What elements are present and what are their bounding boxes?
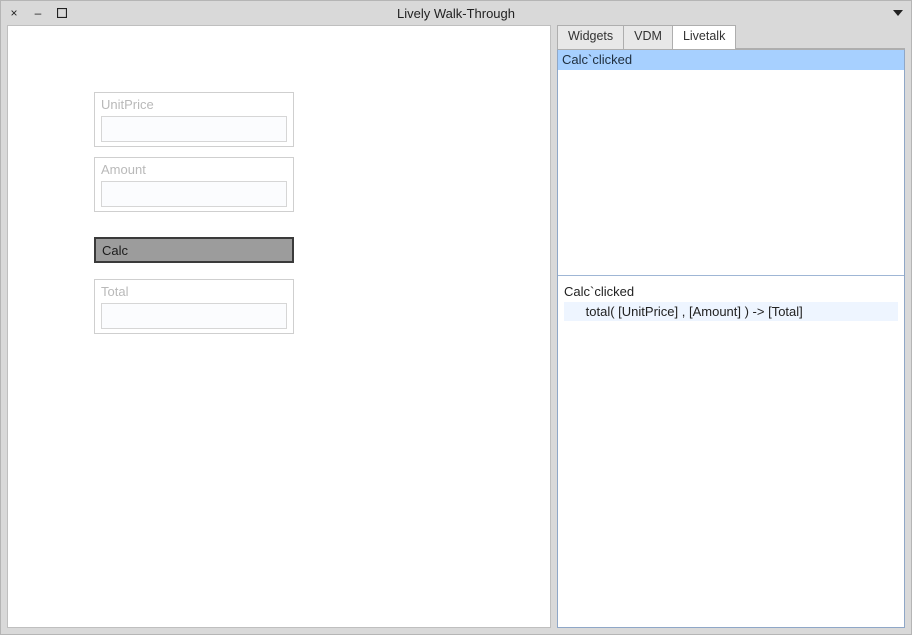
app-window: × – Lively Walk-Through UnitPrice Amount…	[0, 0, 912, 635]
widget-unitprice[interactable]: UnitPrice	[94, 92, 294, 147]
code-editor[interactable]: Calc`clicked total( [UnitPrice] , [Amoun…	[558, 276, 904, 627]
titlebar: × – Lively Walk-Through	[1, 1, 911, 25]
tab-vdm-label: VDM	[634, 29, 662, 43]
code-line-2: total( [UnitPrice] , [Amount] ) -> [Tota…	[564, 302, 898, 322]
tab-widgets-label: Widgets	[568, 29, 613, 43]
client-area: UnitPrice Amount Calc Total Widgets VDM …	[7, 25, 905, 628]
window-title: Lively Walk-Through	[1, 6, 911, 21]
widget-total-label: Total	[101, 284, 287, 299]
window-controls: × –	[7, 6, 69, 20]
widget-amount-label: Amount	[101, 162, 287, 177]
maximize-icon[interactable]	[55, 6, 69, 20]
tab-bar: Widgets VDM Livetalk	[557, 25, 905, 49]
close-icon[interactable]: ×	[7, 6, 21, 20]
designer-canvas[interactable]: UnitPrice Amount Calc Total	[7, 25, 551, 628]
widget-total[interactable]: Total	[94, 279, 294, 334]
tab-vdm[interactable]: VDM	[623, 25, 673, 49]
tab-widgets[interactable]: Widgets	[557, 25, 624, 49]
total-input[interactable]	[101, 303, 287, 329]
unitprice-input[interactable]	[101, 116, 287, 142]
calc-button[interactable]: Calc	[94, 237, 294, 263]
code-line-1: Calc`clicked	[564, 282, 898, 302]
amount-input[interactable]	[101, 181, 287, 207]
side-panel: Widgets VDM Livetalk Calc`clicked Calc`c…	[557, 25, 905, 628]
tab-spacer	[735, 25, 905, 49]
widget-unitprice-label: UnitPrice	[101, 97, 287, 112]
events-list-selected[interactable]: Calc`clicked	[558, 50, 904, 70]
livetalk-panes: Calc`clicked Calc`clicked total( [UnitPr…	[557, 49, 905, 628]
minimize-icon[interactable]: –	[31, 6, 45, 20]
events-list[interactable]: Calc`clicked	[558, 50, 904, 276]
widget-amount[interactable]: Amount	[94, 157, 294, 212]
tab-livetalk[interactable]: Livetalk	[672, 25, 736, 49]
calc-button-label: Calc	[102, 243, 128, 258]
window-menu-icon[interactable]	[891, 10, 905, 16]
tab-livetalk-label: Livetalk	[683, 29, 725, 43]
